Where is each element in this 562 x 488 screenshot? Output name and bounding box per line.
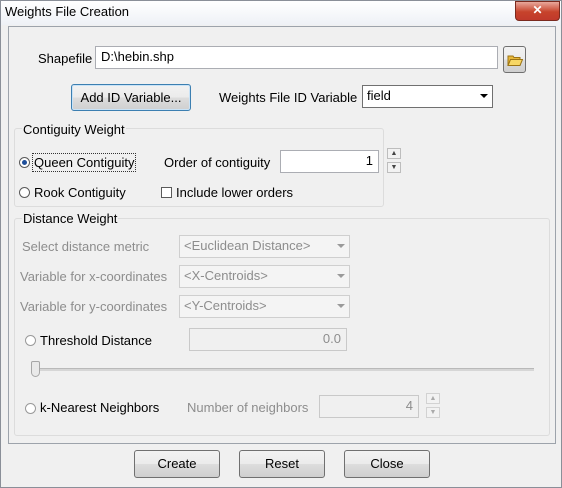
close-button-label: Close: [370, 456, 404, 471]
add-id-variable-button[interactable]: Add ID Variable...: [71, 84, 191, 111]
shapefile-path-field[interactable]: D:\hebin.shp: [95, 46, 498, 69]
weights-id-variable-select[interactable]: field: [362, 85, 493, 108]
weights-id-variable-value: field: [367, 88, 391, 103]
y-coordinates-label: Variable for y-coordinates: [20, 299, 168, 314]
y-coordinates-value: <Y-Centroids>: [184, 298, 267, 313]
spin-down-icon[interactable]: ▼: [387, 162, 401, 173]
include-lower-orders-checkbox[interactable]: [161, 187, 172, 198]
dialog-body: Shapefile D:\hebin.shp Add ID Variable..…: [8, 26, 556, 444]
distance-weight-title: Distance Weight: [22, 211, 119, 226]
distance-metric-value: <Euclidean Distance>: [184, 238, 311, 253]
order-of-contiguity-spinner[interactable]: ▲ ▼: [387, 148, 401, 176]
y-coordinates-select[interactable]: <Y-Centroids>: [179, 295, 350, 318]
x-coordinates-label: Variable for x-coordinates: [20, 269, 168, 284]
window-title: Weights File Creation: [5, 4, 130, 19]
k-nearest-neighbors-label[interactable]: k-Nearest Neighbors: [40, 400, 159, 415]
k-nearest-neighbors-radio[interactable]: [25, 403, 36, 414]
spin-up-icon[interactable]: ▲: [426, 393, 440, 404]
threshold-distance-field[interactable]: 0.0: [189, 328, 347, 351]
shapefile-label: Shapefile: [38, 51, 93, 66]
queen-contiguity-label[interactable]: Queen Contiguity: [31, 153, 137, 172]
rook-contiguity-radio[interactable]: [19, 187, 30, 198]
order-of-contiguity-label: Order of contiguity: [164, 155, 271, 170]
threshold-slider-thumb[interactable]: [31, 361, 40, 377]
create-button-label: Create: [157, 456, 197, 471]
chevron-down-icon: [480, 94, 488, 98]
dialog-window: Weights File Creation ✕ Shapefile D:\heb…: [0, 0, 562, 488]
number-of-neighbors-spinner[interactable]: ▲ ▼: [426, 393, 440, 421]
x-coordinates-select[interactable]: <X-Centroids>: [179, 265, 350, 288]
contiguity-weight-title: Contiguity Weight: [22, 122, 126, 137]
folder-open-icon: [507, 55, 523, 66]
threshold-slider-track[interactable]: [34, 368, 534, 371]
threshold-distance-label[interactable]: Threshold Distance: [40, 333, 152, 348]
title-bar[interactable]: Weights File Creation ✕: [1, 1, 561, 25]
order-of-contiguity-field[interactable]: 1: [280, 150, 379, 173]
chevron-down-icon: [337, 244, 345, 248]
add-id-variable-label: Add ID Variable...: [80, 90, 182, 105]
window-close-button[interactable]: ✕: [515, 1, 560, 21]
distance-metric-label: Select distance metric: [22, 239, 150, 254]
spin-up-icon[interactable]: ▲: [387, 148, 401, 159]
browse-shapefile-button[interactable]: [503, 46, 526, 73]
reset-button-label: Reset: [265, 456, 299, 471]
distance-metric-select[interactable]: <Euclidean Distance>: [179, 235, 350, 258]
spin-down-icon[interactable]: ▼: [426, 407, 440, 418]
close-button[interactable]: Close: [344, 450, 430, 478]
rook-contiguity-label[interactable]: Rook Contiguity: [34, 185, 126, 200]
reset-button[interactable]: Reset: [239, 450, 325, 478]
chevron-down-icon: [337, 304, 345, 308]
chevron-down-icon: [337, 274, 345, 278]
radio-selected-dot: [22, 160, 27, 165]
create-button[interactable]: Create: [134, 450, 220, 478]
number-of-neighbors-label: Number of neighbors: [187, 400, 309, 415]
threshold-distance-radio[interactable]: [25, 335, 36, 346]
include-lower-orders-label[interactable]: Include lower orders: [176, 185, 293, 200]
x-coordinates-value: <X-Centroids>: [184, 268, 268, 283]
number-of-neighbors-field[interactable]: 4: [319, 395, 419, 418]
weights-id-variable-label: Weights File ID Variable: [219, 90, 358, 105]
queen-contiguity-radio[interactable]: [19, 157, 30, 168]
